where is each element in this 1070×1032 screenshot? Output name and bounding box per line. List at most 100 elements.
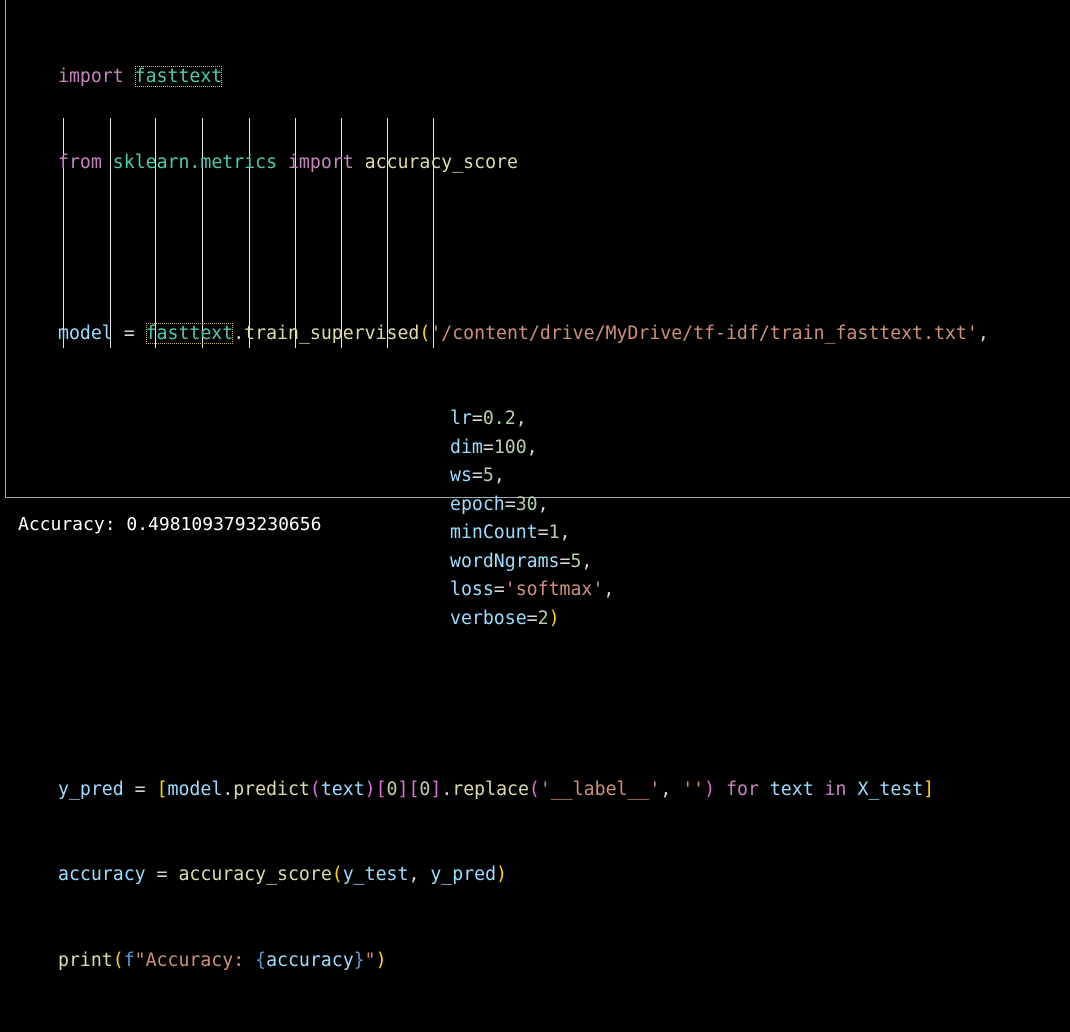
argument-name: dim: [450, 436, 483, 458]
punctuation: .: [441, 778, 453, 800]
punctuation: ,: [559, 522, 571, 543]
keyword: import: [287, 151, 354, 173]
bracket: (: [331, 864, 343, 885]
string-literal: ": [364, 949, 376, 971]
argument-value: 100: [493, 436, 527, 458]
operator: =: [493, 579, 505, 600]
operator: =: [471, 465, 483, 486]
string-literal: '__label__': [539, 778, 661, 800]
punctuation: ,: [660, 778, 683, 800]
operator: =: [482, 436, 494, 458]
code-line-16: print(f"Accuracy: {accuracy}"): [58, 947, 989, 976]
argument-name: loss: [450, 579, 494, 600]
argument-value: 0.2: [482, 408, 516, 429]
argument-line: dim=100,: [58, 434, 989, 463]
keyword: from: [58, 151, 102, 173]
operator: =: [559, 550, 571, 572]
operator: =: [145, 864, 179, 885]
argument-line: verbose=2): [58, 605, 989, 634]
bracket: ]: [923, 778, 935, 800]
function-name: accuracy_score: [364, 151, 518, 173]
bracket: ): [496, 864, 507, 885]
argument-value: 'softmax': [504, 579, 604, 600]
bracket: ]: [430, 778, 442, 800]
bracket: [: [408, 778, 420, 800]
number-literal: 0: [386, 778, 398, 800]
argument-line: wordNgrams=5,: [58, 548, 989, 577]
punctuation: ,: [977, 322, 989, 344]
variable: X_test: [857, 778, 924, 800]
operator: =: [526, 607, 538, 629]
fstring-brace: }: [353, 949, 365, 971]
function-name: replace: [452, 778, 529, 800]
punctuation: ,: [493, 465, 505, 486]
argument-name: wordNgrams: [450, 550, 560, 572]
code-cell[interactable]: import fasttext from sklearn.metrics imp…: [5, 0, 1070, 971]
function-name: train_supervised: [244, 322, 420, 344]
argument-value: 1: [548, 522, 560, 543]
code-line-1: import fasttext: [58, 63, 989, 92]
punctuation: ,: [537, 493, 549, 515]
code-line-4: model = fasttext.train_supervised('/cont…: [58, 320, 989, 349]
bracket: ]: [397, 778, 409, 800]
fstring-brace: {: [255, 949, 267, 971]
argument-line: loss='softmax',: [58, 576, 989, 605]
module-name: fasttext: [145, 322, 234, 344]
string-literal: "Accuracy:: [134, 949, 256, 971]
bracket: (: [528, 778, 540, 800]
module-name: sklearn.metrics: [112, 151, 278, 173]
punctuation: ,: [408, 864, 431, 885]
punctuation: ,: [603, 579, 615, 600]
argument-name: ws: [450, 465, 472, 486]
variable: accuracy: [266, 949, 354, 971]
variable: text: [320, 778, 365, 800]
keyword: import: [58, 66, 124, 87]
variable: y_test: [342, 864, 409, 885]
bracket: (: [112, 949, 124, 971]
code-line-15: accuracy = accuracy_score(y_test, y_pred…: [58, 861, 989, 890]
argument-value: 30: [515, 493, 538, 515]
bracket: [: [156, 778, 168, 800]
argument-value: 2: [537, 607, 549, 629]
argument-value: 5: [570, 550, 582, 572]
fstring-prefix: f: [123, 949, 135, 971]
variable: model: [58, 322, 113, 344]
operator: =: [112, 322, 146, 344]
keyword: for: [715, 778, 770, 800]
punctuation: ,: [526, 436, 538, 458]
variable: y_pred: [430, 864, 497, 885]
bracket: [: [375, 778, 387, 800]
variable: y_pred: [58, 778, 124, 800]
variable: text: [769, 778, 814, 800]
punctuation: .: [222, 778, 234, 800]
operator: =: [123, 778, 157, 800]
bracket: ): [548, 607, 560, 629]
bracket: (: [419, 322, 431, 344]
argument-name: lr: [450, 408, 472, 429]
argument-line: ws=5,: [58, 462, 989, 491]
variable: accuracy: [58, 864, 146, 885]
bracket: ): [364, 778, 376, 800]
keyword: in: [813, 778, 858, 800]
punctuation: .: [233, 322, 245, 344]
function-name: accuracy_score: [178, 864, 332, 885]
operator: =: [471, 408, 483, 429]
operator: =: [537, 522, 549, 543]
argument-line: lr=0.2,: [58, 405, 989, 434]
argument-name: minCount: [450, 522, 538, 543]
string-literal: '': [682, 778, 705, 800]
punctuation: ,: [515, 408, 527, 429]
operator: =: [504, 493, 516, 515]
argument-value: 5: [482, 465, 494, 486]
code-line-2: from sklearn.metrics import accuracy_sco…: [58, 149, 989, 178]
cell-output: Accuracy: 0.4981093793230656: [18, 514, 322, 535]
string-literal: '/content/drive/MyDrive/tf-idf/train_fas…: [430, 322, 978, 344]
function-name: print: [58, 949, 113, 971]
module-name: fasttext: [134, 66, 223, 87]
function-name: predict: [233, 778, 310, 800]
argument-name: verbose: [450, 607, 527, 629]
variable: model: [167, 778, 223, 800]
bracket: ): [704, 778, 716, 800]
